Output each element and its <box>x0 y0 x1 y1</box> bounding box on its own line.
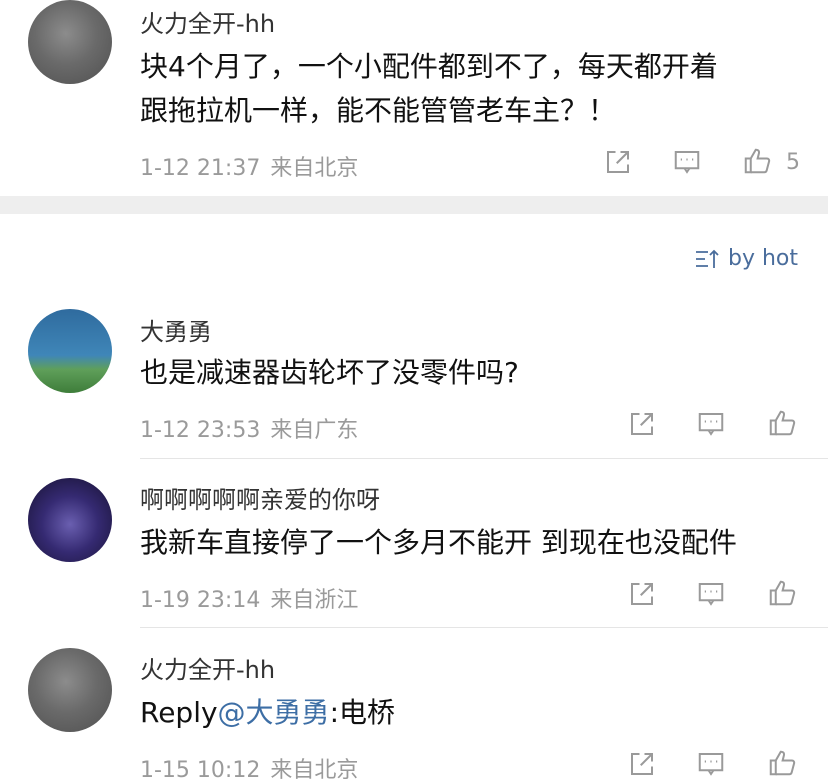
comment-meta: 1-19 23:14 来自浙江 <box>140 582 368 614</box>
comment-meta: 1-12 21:37 来自北京 <box>140 150 368 182</box>
comment-meta: 1-12 23:53 来自广东 <box>140 412 368 444</box>
section-divider <box>0 196 828 214</box>
reply-prefix: Reply <box>140 696 218 729</box>
comment-meta: 1-15 10:12 来自北京 <box>140 752 368 784</box>
thumbs-up-icon[interactable] <box>766 577 798 609</box>
sort-label: by hot <box>727 246 798 271</box>
comment-divider <box>140 458 828 459</box>
comment-time: 1-12 23:53 <box>140 418 261 443</box>
comment-text: 也是减速器齿轮坏了没零件吗? <box>140 356 519 389</box>
comment-time: 1-15 10:12 <box>140 758 261 783</box>
username[interactable]: 火力全开-hh <box>140 4 275 39</box>
comment-icon[interactable] <box>695 408 727 440</box>
share-icon[interactable] <box>602 146 634 178</box>
comment-divider <box>140 627 828 628</box>
username[interactable]: 大勇勇 <box>140 312 212 347</box>
share-icon[interactable] <box>626 578 658 610</box>
sort-button[interactable]: by hot <box>694 246 798 271</box>
reply-text: Reply@大勇勇:电桥 <box>140 692 395 734</box>
mention-link[interactable]: @大勇勇 <box>218 696 330 729</box>
reply-body: :电桥 <box>329 696 395 729</box>
comment-location: 来自北京 <box>270 758 359 783</box>
comment-location: 来自广东 <box>270 418 359 443</box>
avatar[interactable] <box>28 648 112 732</box>
avatar[interactable] <box>28 478 112 562</box>
comment-time: 1-19 23:14 <box>140 588 261 613</box>
comment-text-line-1: 块4个月了，一个小配件都到不了，每天都开着 <box>140 50 718 83</box>
avatar[interactable] <box>28 309 112 393</box>
thumbs-up-icon[interactable] <box>766 747 798 779</box>
comment-text-line-2: 跟拖拉机一样，能不能管管老车主？！ <box>140 94 617 127</box>
share-icon[interactable] <box>626 408 658 440</box>
comment-text: 我新车直接停了一个多月不能开 到现在也没配件 <box>140 526 737 559</box>
comment-icon[interactable] <box>671 146 703 178</box>
comment-time: 1-12 21:37 <box>140 156 261 181</box>
share-icon[interactable] <box>626 748 658 780</box>
comment-icon[interactable] <box>695 748 727 780</box>
comment-icon[interactable] <box>695 578 727 610</box>
sort-icon <box>695 249 719 268</box>
comment-location: 来自北京 <box>270 156 359 181</box>
username[interactable]: 啊啊啊啊啊亲爱的你呀 <box>140 480 380 515</box>
avatar[interactable] <box>28 0 112 84</box>
comment-location: 来自浙江 <box>270 588 359 613</box>
username[interactable]: 火力全开-hh <box>140 650 275 685</box>
thumbs-up-icon[interactable] <box>741 145 773 177</box>
thumbs-up-icon[interactable] <box>766 407 798 439</box>
like-count: 5 <box>786 150 800 175</box>
